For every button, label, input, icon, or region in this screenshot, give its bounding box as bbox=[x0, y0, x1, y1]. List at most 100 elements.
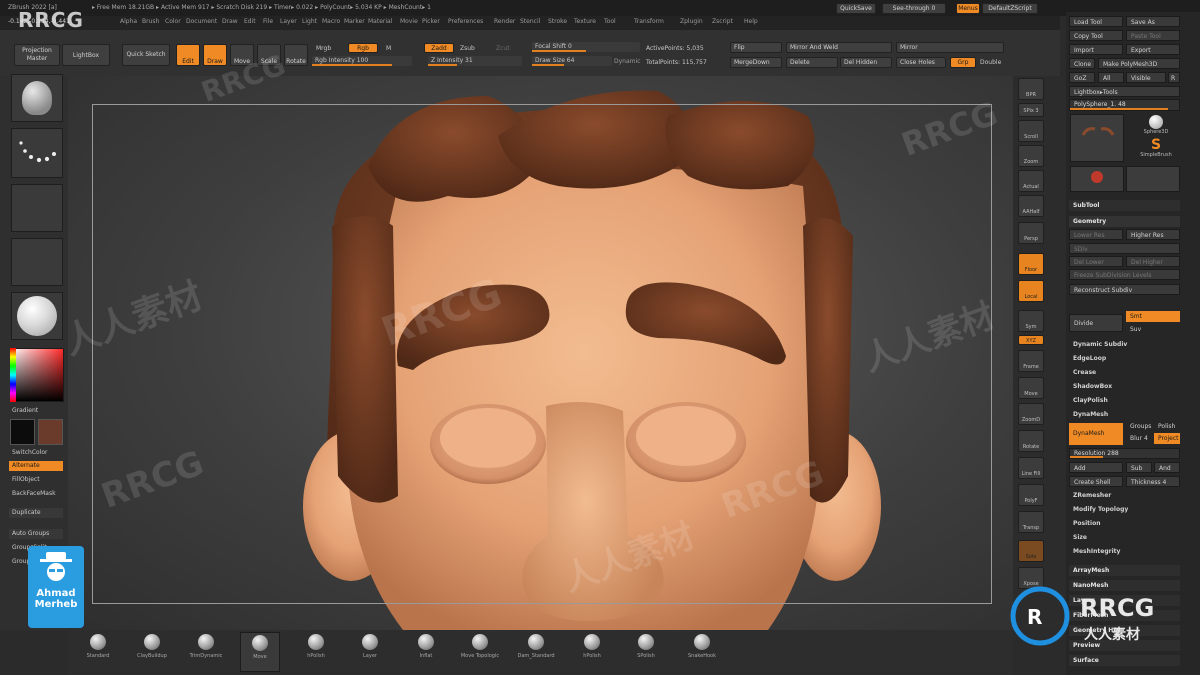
menu-item[interactable]: Transform bbox=[634, 18, 664, 25]
solo-button[interactable]: Solo bbox=[1018, 540, 1044, 562]
menu-item[interactable]: Marker bbox=[344, 18, 365, 25]
main-color-swatch[interactable] bbox=[10, 419, 35, 445]
clone-button[interactable]: Clone bbox=[1069, 58, 1095, 69]
focal-shift-slider[interactable]: Focal Shift 0 bbox=[532, 42, 640, 52]
edit-mode-button[interactable]: Edit bbox=[176, 44, 200, 66]
rotate-mode-button[interactable]: Rotate bbox=[284, 44, 308, 66]
menu-item[interactable]: Preferences bbox=[448, 18, 483, 25]
arraymesh-header[interactable]: ArrayMesh bbox=[1069, 565, 1180, 576]
grp-toggle[interactable]: Grp bbox=[950, 57, 976, 68]
spix-slider[interactable]: SPix 3 bbox=[1018, 103, 1044, 117]
copy-tool-button[interactable]: Copy Tool bbox=[1069, 30, 1123, 41]
import-button[interactable]: Import bbox=[1069, 44, 1123, 55]
rotate-view-button[interactable]: Rotate bbox=[1018, 430, 1044, 452]
del-hidden-button[interactable]: Del Hidden bbox=[840, 57, 892, 68]
tool-thumbnail-simplebrush[interactable]: S SimpleBrush bbox=[1132, 138, 1180, 162]
draw-size-slider[interactable]: Draw Size 64 bbox=[532, 56, 612, 66]
and-button[interactable]: And bbox=[1154, 462, 1180, 473]
higher-res-button[interactable]: Higher Res bbox=[1126, 229, 1180, 240]
resolution-slider[interactable]: Resolution 288 bbox=[1069, 448, 1180, 459]
xyz-toggle[interactable]: XYZ bbox=[1018, 335, 1044, 345]
flip-button[interactable]: Flip bbox=[730, 42, 782, 53]
persp-button[interactable]: Persp bbox=[1018, 222, 1044, 244]
bpr-button[interactable]: BPR bbox=[1018, 78, 1044, 100]
actual-button[interactable]: Actual bbox=[1018, 170, 1044, 192]
brush-hpolish-2[interactable]: hPolish bbox=[572, 632, 612, 672]
aahalf-button[interactable]: AAHalf bbox=[1018, 195, 1044, 217]
reconstruct-subdiv-button[interactable]: Reconstruct Subdiv bbox=[1069, 284, 1180, 295]
menu-item[interactable]: Edit bbox=[244, 18, 256, 25]
menu-item[interactable]: Draw bbox=[222, 18, 238, 25]
brush-dam-standard[interactable]: Dam_Standard bbox=[516, 632, 556, 672]
geometry-header[interactable]: Geometry bbox=[1069, 216, 1180, 227]
mesh-integrity-header[interactable]: MeshIntegrity bbox=[1069, 546, 1180, 557]
edgeloop-header[interactable]: EdgeLoop bbox=[1069, 353, 1180, 364]
del-higher-button[interactable]: Del Higher bbox=[1126, 256, 1180, 267]
brush-trimdynamic[interactable]: TrimDynamic bbox=[186, 632, 226, 672]
menus-button[interactable]: Menus bbox=[956, 3, 980, 14]
zoom-button[interactable]: Zoom bbox=[1018, 145, 1044, 167]
menu-item[interactable]: Material bbox=[368, 18, 392, 25]
freeze-subdivision-button[interactable]: Freeze SubDivision Levels bbox=[1069, 269, 1180, 280]
sub-button[interactable]: Sub bbox=[1126, 462, 1152, 473]
polish-toggle[interactable]: Polish bbox=[1154, 421, 1184, 432]
quicksave-button[interactable]: QuickSave bbox=[836, 3, 876, 14]
brush-thumbnail[interactable] bbox=[11, 74, 63, 122]
menu-item[interactable]: Picker bbox=[422, 18, 440, 25]
brush-snakehook[interactable]: SnakeHook bbox=[682, 632, 722, 672]
menu-item[interactable]: Color bbox=[165, 18, 181, 25]
tool-thumbnail-4[interactable] bbox=[1126, 166, 1180, 192]
all-button[interactable]: All bbox=[1098, 72, 1124, 83]
mrgb-toggle[interactable]: Mrgb bbox=[316, 45, 331, 52]
hue-strip[interactable] bbox=[10, 348, 16, 402]
dynamic-subdiv-header[interactable]: Dynamic Subdiv bbox=[1069, 339, 1180, 350]
m-toggle[interactable]: M bbox=[386, 45, 391, 52]
projection-master-button[interactable]: Projection Master bbox=[14, 44, 60, 66]
goz-button[interactable]: GoZ bbox=[1069, 72, 1095, 83]
menu-item[interactable]: Render bbox=[494, 18, 515, 25]
menu-item[interactable]: Document bbox=[186, 18, 217, 25]
divide-button[interactable]: Divide bbox=[1069, 314, 1123, 332]
save-as-button[interactable]: Save As bbox=[1126, 16, 1180, 27]
dynamesh-header[interactable]: DynaMesh bbox=[1069, 409, 1180, 420]
double-toggle[interactable]: Double bbox=[980, 59, 1001, 66]
move-view-button[interactable]: Move bbox=[1018, 377, 1044, 399]
zremesher-header[interactable]: ZRemesher bbox=[1069, 490, 1180, 501]
modify-topology-header[interactable]: Modify Topology bbox=[1069, 504, 1180, 515]
menu-item[interactable]: Light bbox=[302, 18, 317, 25]
menu-item[interactable]: Stroke bbox=[548, 18, 567, 25]
menu-item[interactable]: Zplugin bbox=[680, 18, 703, 25]
sym-button[interactable]: Sym bbox=[1018, 310, 1044, 332]
paste-tool-button[interactable]: Paste Tool bbox=[1126, 30, 1180, 41]
add-button[interactable]: Add bbox=[1069, 462, 1123, 473]
lightbox-tools-button[interactable]: Lightbox▸Tools bbox=[1069, 86, 1180, 97]
brush-inflat[interactable]: Inflat bbox=[406, 632, 446, 672]
stroke-thumbnail[interactable] bbox=[11, 128, 63, 178]
menu-item[interactable]: Stencil bbox=[520, 18, 540, 25]
delete-button[interactable]: Delete bbox=[786, 57, 838, 68]
tool-thumbnail-3[interactable] bbox=[1070, 166, 1124, 192]
create-shell-button[interactable]: Create Shell bbox=[1069, 476, 1123, 487]
surface-header[interactable]: Surface bbox=[1069, 655, 1180, 666]
floor-button[interactable]: Floor bbox=[1018, 253, 1044, 275]
tool-thumbnail-polysphere[interactable] bbox=[1070, 114, 1124, 162]
line-fill-button[interactable]: Line Fill bbox=[1018, 457, 1044, 479]
suv-toggle[interactable]: Suv bbox=[1126, 324, 1180, 335]
zadd-toggle[interactable]: Zadd bbox=[424, 43, 454, 53]
polyf-button[interactable]: PolyF bbox=[1018, 484, 1044, 506]
position-header[interactable]: Position bbox=[1069, 518, 1180, 529]
fill-object-button[interactable]: FillObject bbox=[9, 475, 63, 485]
auto-groups-button[interactable]: Auto Groups bbox=[9, 529, 63, 539]
rgb-toggle[interactable]: Rgb bbox=[348, 43, 378, 53]
thickness-slider[interactable]: Thickness 4 bbox=[1126, 476, 1180, 487]
scroll-button[interactable]: Scroll bbox=[1018, 120, 1044, 142]
lower-res-button[interactable]: Lower Res bbox=[1069, 229, 1123, 240]
menu-item[interactable]: File bbox=[263, 18, 273, 25]
zoom-view-button[interactable]: ZoomD bbox=[1018, 403, 1044, 425]
load-tool-button[interactable]: Load Tool bbox=[1069, 16, 1123, 27]
local-button[interactable]: Local bbox=[1018, 280, 1044, 302]
claypolish-header[interactable]: ClayPolish bbox=[1069, 395, 1180, 406]
rgb-intensity-slider[interactable]: Rgb Intensity 100 bbox=[312, 56, 412, 66]
brush-spolish[interactable]: SPolish bbox=[626, 632, 666, 672]
brush-move[interactable]: Move bbox=[240, 632, 280, 672]
